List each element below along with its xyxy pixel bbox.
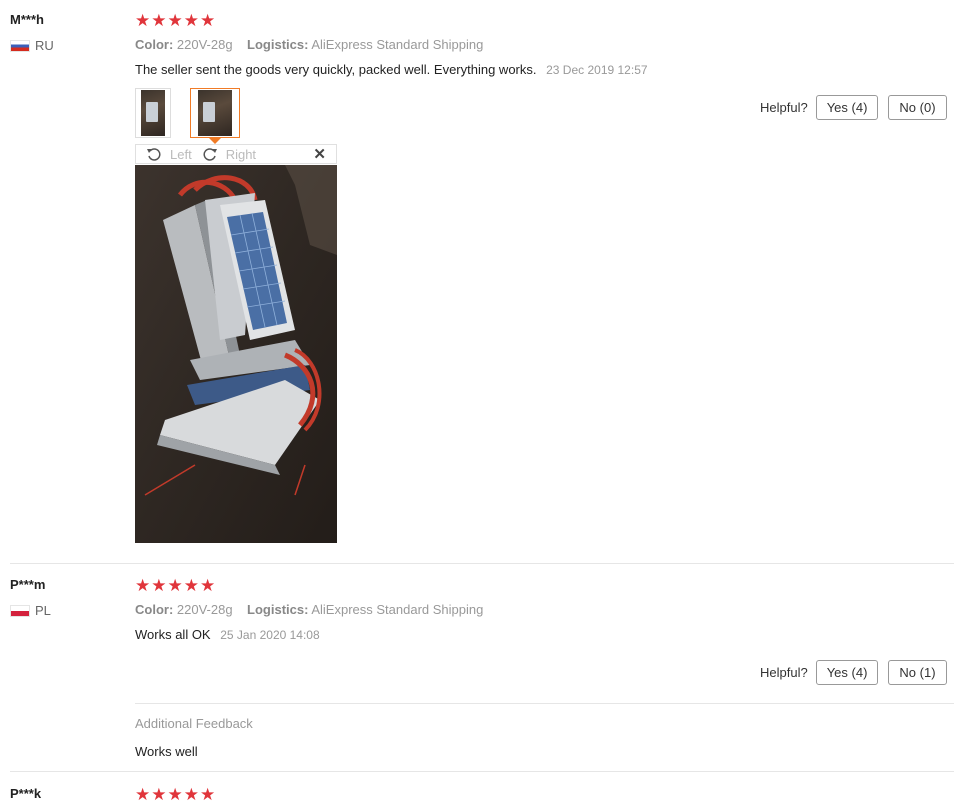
product-photo-image — [135, 165, 337, 543]
logistics-value: AliExpress Standard Shipping — [311, 37, 484, 52]
thumbnail-image — [141, 90, 165, 136]
rotate-left-icon — [147, 148, 161, 161]
color-value: 220V-28g — [176, 602, 233, 617]
color-label: Color: — [135, 602, 174, 617]
rotate-right-button[interactable]: Right — [202, 147, 256, 162]
rotate-left-label: Left — [170, 146, 192, 162]
reviewer-country: PL — [10, 603, 51, 618]
rotate-right-icon — [203, 148, 217, 161]
logistics-label: Logistics: — [247, 37, 309, 52]
review-photo-large — [135, 165, 337, 543]
rotate-right-label: Right — [225, 146, 257, 162]
helpful-label: Helpful? — [760, 100, 808, 115]
helpful-no-button[interactable]: No (0) — [888, 95, 947, 120]
thumbnail-image — [198, 90, 232, 136]
review-date: 25 Jan 2020 14:08 — [220, 628, 320, 642]
review-text: Works all OK — [135, 627, 211, 642]
additional-feedback-text: Works well — [135, 744, 198, 759]
flag-pl-icon — [10, 604, 30, 617]
reviewer-country: RU — [10, 38, 54, 53]
reviewer-name: P***k — [10, 786, 42, 801]
rotate-left-button[interactable]: Left — [146, 147, 192, 162]
review-meta: Color: 220V-28g Logistics: AliExpress St… — [135, 37, 483, 52]
country-code: RU — [35, 38, 54, 53]
review-text-row: The seller sent the goods very quickly, … — [135, 62, 648, 77]
review-text: The seller sent the goods very quickly, … — [135, 62, 537, 77]
helpful-row: Helpful? Yes (4) No (1) — [760, 660, 947, 685]
star-rating: ★★★★★ — [135, 576, 217, 595]
review-photo-thumbnail-active[interactable] — [190, 88, 240, 138]
helpful-yes-button[interactable]: Yes (4) — [815, 660, 879, 685]
reviewer-name: P***m — [10, 577, 46, 592]
helpful-no-button[interactable]: No (1) — [888, 660, 947, 685]
close-icon[interactable]: ✕ — [313, 145, 326, 163]
logistics-label: Logistics: — [247, 602, 309, 617]
review-date: 23 Dec 2019 12:57 — [546, 63, 648, 77]
image-viewer-toolbar: Left Right ✕ — [135, 144, 337, 164]
review-text-row: Works all OK 25 Jan 2020 14:08 — [135, 627, 320, 642]
review-meta: Color: 220V-28g Logistics: AliExpress St… — [135, 602, 483, 617]
reviewer-name: M***h — [10, 12, 44, 27]
color-label: Color: — [135, 37, 174, 52]
helpful-label: Helpful? — [760, 665, 808, 680]
star-rating: ★★★★★ — [135, 11, 217, 30]
review-divider — [10, 563, 954, 564]
logistics-value: AliExpress Standard Shipping — [311, 602, 484, 617]
color-value: 220V-28g — [176, 37, 233, 52]
helpful-yes-button[interactable]: Yes (4) — [815, 95, 879, 120]
review-divider — [10, 771, 954, 772]
country-code: PL — [35, 603, 51, 618]
additional-feedback-title: Additional Feedback — [135, 716, 253, 731]
helpful-row: Helpful? Yes (4) No (0) — [760, 95, 947, 120]
review-photo-thumbnail[interactable] — [135, 88, 171, 138]
flag-ru-icon — [10, 39, 30, 52]
additional-feedback-divider — [135, 703, 954, 704]
star-rating: ★★★★★ — [135, 785, 217, 804]
